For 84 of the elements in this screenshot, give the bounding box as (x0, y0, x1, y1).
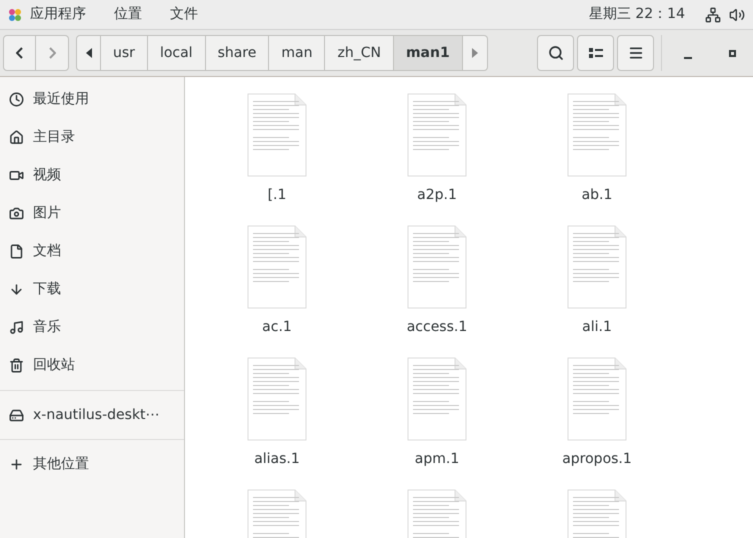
file-name: ab.1 (582, 186, 612, 205)
right-triangle-icon (472, 48, 478, 58)
sidebar-label: 最近使用 (33, 90, 89, 108)
app-logo-icon (8, 8, 22, 22)
sidebar-item[interactable]: x-nautilus-deskt⋯ (0, 396, 184, 434)
document-icon (567, 93, 627, 177)
file-item[interactable]: ab.1 (517, 93, 677, 215)
file-item[interactable]: [.1 (197, 93, 357, 215)
sidebar-item[interactable]: 回收站 (0, 346, 184, 384)
back-button[interactable] (3, 35, 36, 71)
left-triangle-icon (86, 48, 92, 58)
minimize-icon (684, 57, 692, 59)
sidebar-item[interactable]: 最近使用 (0, 80, 184, 118)
sidebar-item[interactable]: 文档 (0, 232, 184, 270)
sidebar-label: 下载 (33, 280, 61, 298)
path-segment[interactable]: zh_CN (325, 35, 394, 71)
path-segment[interactable]: man (269, 35, 326, 71)
drive-icon (9, 408, 24, 422)
scroll-left-button[interactable] (76, 35, 101, 71)
document-icon (407, 357, 467, 441)
forward-icon (48, 47, 56, 59)
sidebar-label: 音乐 (33, 318, 61, 336)
sidebar-label: x-nautilus-deskt⋯ (33, 406, 160, 424)
sidebar-item[interactable]: 主目录 (0, 118, 184, 156)
document-icon (247, 357, 307, 441)
path-segment[interactable]: usr (101, 35, 148, 71)
download-icon (9, 282, 24, 296)
file-item[interactable]: access.1 (357, 225, 517, 347)
sidebar-label: 文档 (33, 242, 61, 260)
menu-item[interactable]: 应用程序 (30, 4, 86, 25)
scroll-right-button[interactable] (462, 35, 488, 71)
file-name: apropos.1 (562, 450, 632, 469)
document-icon (407, 225, 467, 309)
file-name: ac.1 (262, 318, 292, 337)
volume-icon[interactable] (729, 6, 745, 22)
sidebar-label: 视频 (33, 166, 61, 184)
file-name: a2p.1 (417, 186, 457, 205)
menu-item[interactable]: 位置 (114, 4, 142, 25)
sidebar-item[interactable]: 图片 (0, 194, 184, 232)
clock: 星期三 22：14 (588, 5, 685, 24)
document-icon (567, 357, 627, 441)
menu-item[interactable]: 文件 (170, 4, 198, 25)
file-name: ali.1 (582, 318, 612, 337)
file-item[interactable]: apropos.1 (517, 357, 677, 479)
plus-icon (9, 456, 24, 472)
path-segment[interactable]: man1 (394, 35, 463, 71)
back-icon (16, 47, 23, 59)
menu-icon (628, 45, 644, 61)
file-name: apm.1 (414, 450, 460, 469)
document-icon (247, 225, 307, 309)
clock-icon (9, 92, 24, 106)
sidebar-label: 主目录 (33, 128, 75, 146)
file-name: alias.1 (254, 450, 300, 469)
file-name: access.1 (406, 318, 468, 337)
sidebar-label: 图片 (33, 204, 61, 222)
music-note-icon (9, 320, 24, 334)
search-button[interactable] (537, 35, 574, 71)
file-item[interactable]: ali.1 (517, 225, 677, 347)
document-icon (567, 225, 627, 309)
sidebar-item[interactable]: 视频 (0, 156, 184, 194)
file-item[interactable]: a2p.1 (357, 93, 517, 215)
sidebar-item[interactable]: 音乐 (0, 308, 184, 346)
sidebar-label: 其他位置 (33, 454, 89, 474)
search-icon (548, 45, 564, 61)
sidebar-item[interactable]: 下载 (0, 270, 184, 308)
file-item[interactable]: apm.1 (357, 357, 517, 479)
file-item[interactable]: alias.1 (197, 357, 357, 479)
document-icon (407, 93, 467, 177)
maximize-icon (728, 50, 736, 56)
list-view-icon (588, 47, 602, 59)
camera-icon (9, 206, 24, 220)
home-icon (9, 130, 24, 144)
path-segment[interactable]: share (206, 35, 270, 71)
view-toggle-button[interactable] (577, 35, 614, 71)
file-item[interactable]: ac.1 (197, 225, 357, 347)
trash-icon (9, 358, 24, 372)
network-icon[interactable] (705, 6, 721, 22)
sidebar-item[interactable]: 其他位置 (0, 445, 184, 483)
document-icon (247, 93, 307, 177)
sidebar-label: 回收站 (33, 356, 75, 374)
file-name: [.1 (268, 186, 286, 205)
path-segment[interactable]: local (148, 35, 206, 71)
document-icon (9, 244, 24, 258)
menu-button[interactable] (617, 35, 654, 71)
